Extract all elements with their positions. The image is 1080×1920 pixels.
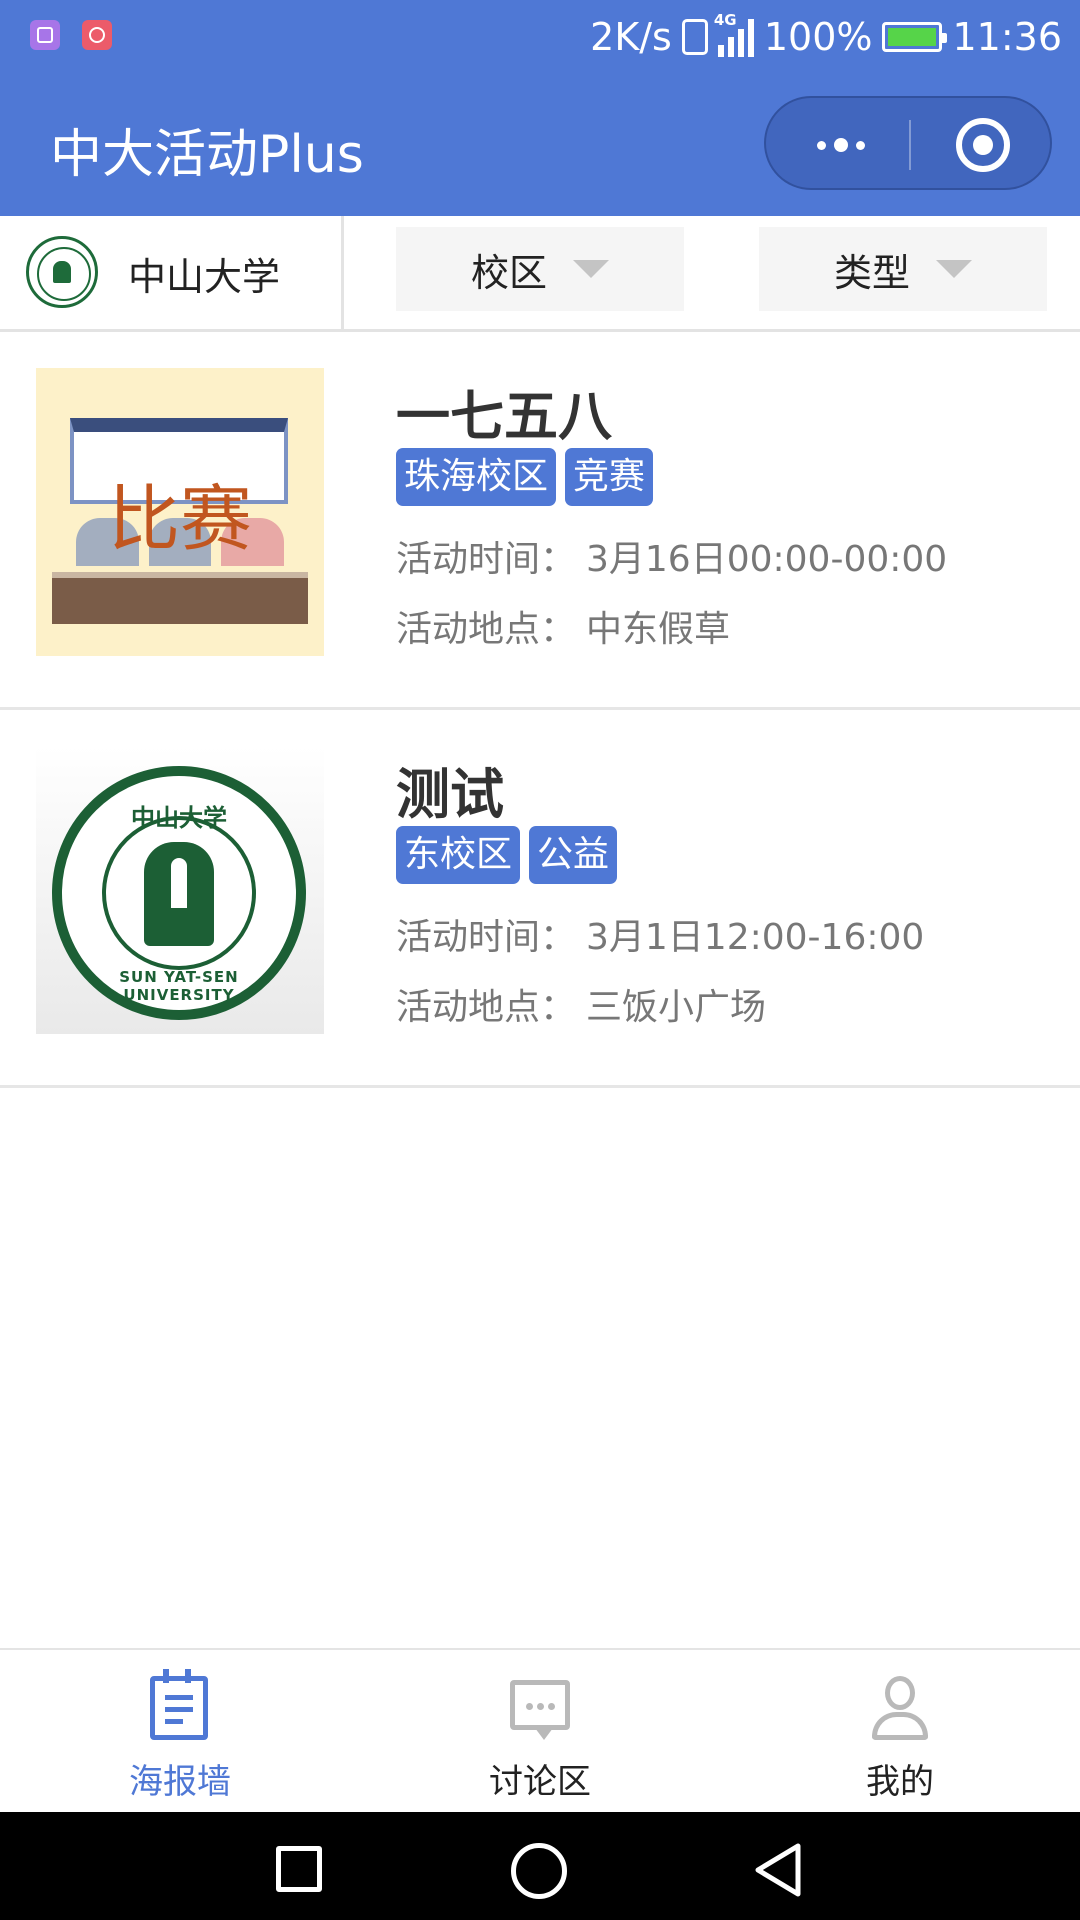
poster-icon xyxy=(150,1669,208,1740)
network-type: 4G xyxy=(713,11,737,29)
close-miniprogram-icon[interactable] xyxy=(956,118,1010,172)
recent-apps-icon[interactable] xyxy=(276,1846,322,1892)
chevron-down-icon xyxy=(936,260,972,278)
seal-bottom-text: SUN YAT-SEN UNIVERSITY xyxy=(119,968,239,1004)
event-title: 一七五八 xyxy=(396,385,612,448)
app-notification-icon xyxy=(82,20,112,50)
page-title: 中大活动Plus xyxy=(50,125,364,185)
category-tag: 公益 xyxy=(529,826,618,884)
tab-label: 海报墙 xyxy=(129,1762,231,1802)
vibrate-icon xyxy=(681,19,708,55)
type-dropdown-label: 类型 xyxy=(833,250,910,295)
university-seal-image: 中山大学 SUN YAT-SEN UNIVERSITY xyxy=(52,766,306,1020)
system-navigation-bar xyxy=(0,1812,1080,1920)
filter-bar: 中山大学 校区 类型 xyxy=(0,216,1080,332)
capsule-divider xyxy=(909,120,911,170)
home-icon[interactable] xyxy=(511,1843,567,1899)
event-time-label: 活动时间： xyxy=(396,539,577,580)
event-title: 测试 xyxy=(396,763,504,826)
event-time-value: 3月1日12:00-16:00 xyxy=(586,917,925,958)
more-icon[interactable] xyxy=(806,120,876,170)
event-place-value: 中东假草 xyxy=(586,609,731,650)
campus-dropdown[interactable]: 校区 xyxy=(396,227,684,311)
back-icon[interactable] xyxy=(752,1842,804,1898)
event-time: 活动时间： 3月1日12:00-16:00 xyxy=(396,908,924,960)
tab-discussion[interactable]: 讨论区 xyxy=(360,1650,720,1812)
campus-tag: 东校区 xyxy=(396,826,521,884)
signal-icon: 4G xyxy=(714,11,754,57)
category-tag: 竞赛 xyxy=(565,448,654,506)
battery-icon xyxy=(882,22,948,52)
event-thumbnail: 比赛 xyxy=(36,368,324,656)
tab-label: 讨论区 xyxy=(489,1762,591,1802)
clock: 11:36 xyxy=(952,15,1062,59)
status-bar: 2K/s 4G 100% 11:36 xyxy=(0,0,1080,72)
school-logo xyxy=(26,236,98,308)
type-dropdown[interactable]: 类型 xyxy=(759,227,1047,311)
school-selector[interactable]: 中山大学 xyxy=(0,216,344,329)
event-place-label: 活动地点： xyxy=(396,987,577,1028)
event-thumbnail: 中山大学 SUN YAT-SEN UNIVERSITY xyxy=(36,746,324,1034)
thumbnail-caption: 比赛 xyxy=(107,477,252,561)
event-card[interactable]: 比赛 一七五八 珠海校区 竞赛 活动时间： 3月16日00:00-00:00 活… xyxy=(0,332,1080,710)
event-place: 活动地点： 中东假草 xyxy=(396,600,730,652)
gallery-notification-icon xyxy=(30,20,60,50)
tab-mine[interactable]: 我的 xyxy=(720,1650,1080,1812)
event-time: 活动时间： 3月16日00:00-00:00 xyxy=(396,530,947,582)
user-icon xyxy=(870,1676,930,1740)
tab-label: 我的 xyxy=(866,1762,934,1802)
miniprogram-capsule xyxy=(764,96,1052,190)
battery-percent: 100% xyxy=(763,15,873,59)
event-list: 比赛 一七五八 珠海校区 竞赛 活动时间： 3月16日00:00-00:00 活… xyxy=(0,332,1080,1088)
chat-icon xyxy=(510,1680,570,1740)
event-time-label: 活动时间： xyxy=(396,917,577,958)
event-place-value: 三饭小广场 xyxy=(586,987,767,1028)
tab-poster-wall[interactable]: 海报墙 xyxy=(0,1650,360,1812)
event-place-label: 活动地点： xyxy=(396,609,577,650)
status-right: 2K/s 4G 100% 11:36 xyxy=(590,11,1062,62)
campus-dropdown-label: 校区 xyxy=(470,250,547,295)
event-time-value: 3月16日00:00-00:00 xyxy=(586,539,948,580)
chevron-down-icon xyxy=(573,260,609,278)
school-name: 中山大学 xyxy=(128,255,281,299)
event-card[interactable]: 中山大学 SUN YAT-SEN UNIVERSITY 测试 东校区 公益 活动… xyxy=(0,710,1080,1088)
event-tags: 东校区 公益 xyxy=(396,826,618,884)
network-speed: 2K/s xyxy=(590,15,672,59)
tab-bar: 海报墙 讨论区 我的 xyxy=(0,1648,1080,1812)
nav-bar: 中大活动Plus xyxy=(0,72,1080,216)
campus-tag: 珠海校区 xyxy=(396,448,557,506)
event-place: 活动地点： 三饭小广场 xyxy=(396,978,766,1030)
event-tags: 珠海校区 竞赛 xyxy=(396,448,654,506)
